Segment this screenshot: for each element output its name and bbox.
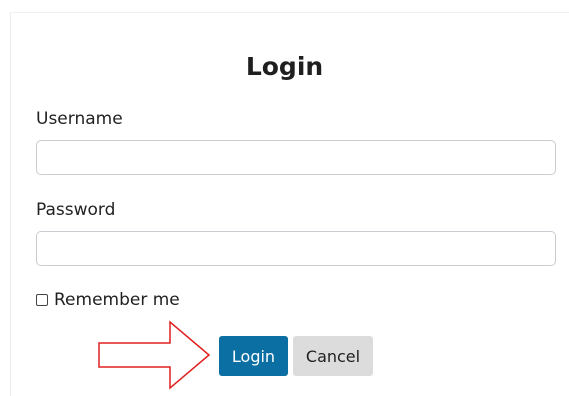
username-input[interactable]: [36, 140, 556, 175]
remember-me-label: Remember me: [54, 290, 180, 310]
page-title: Login: [245, 52, 324, 81]
password-input[interactable]: [36, 231, 556, 266]
username-label: Username: [36, 109, 123, 129]
login-button[interactable]: Login: [219, 336, 288, 376]
password-label: Password: [36, 200, 116, 220]
remember-me-checkbox[interactable]: [36, 294, 48, 306]
right-arrow-outline-icon: [98, 320, 211, 390]
remember-me-row[interactable]: Remember me: [36, 289, 180, 311]
cancel-button[interactable]: Cancel: [293, 336, 373, 376]
